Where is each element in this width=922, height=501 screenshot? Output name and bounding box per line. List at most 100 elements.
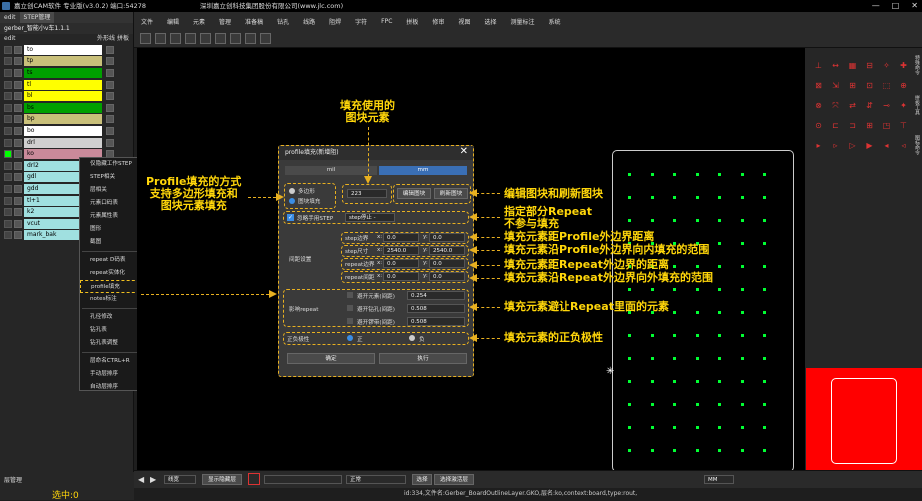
layer-checkbox[interactable] <box>14 231 22 240</box>
layer-name[interactable]: tp <box>24 56 102 67</box>
layer-checkbox[interactable] <box>14 138 22 147</box>
layer-lock-icon[interactable] <box>106 45 114 54</box>
toolbar-button[interactable] <box>245 33 256 44</box>
tool-icon[interactable]: ⊤ <box>898 120 909 131</box>
tool-icon[interactable]: ▷ <box>847 140 858 151</box>
menu-item[interactable]: 元素 <box>186 17 212 26</box>
toolbar-button[interactable] <box>230 33 241 44</box>
menu-item[interactable]: 系统 <box>541 17 567 26</box>
menu-item[interactable]: 线路 <box>296 17 322 26</box>
avoid-rout-input[interactable]: 0.508 <box>407 317 465 326</box>
layer-row[interactable]: bp <box>0 114 133 126</box>
radio-block[interactable] <box>289 198 295 204</box>
context-menu-item[interactable]: 元素属性表 <box>80 210 140 223</box>
tool-icon[interactable]: ✦ <box>898 100 909 111</box>
context-menu-item[interactable]: 仅隐藏工作STEP <box>80 158 140 171</box>
layer-lock-icon[interactable] <box>106 126 114 135</box>
menu-item[interactable]: 管理 <box>212 17 238 26</box>
layer-checkbox[interactable] <box>14 103 22 112</box>
next-icon[interactable]: ▶ <box>150 475 156 484</box>
menu-item[interactable]: 阻焊 <box>322 17 348 26</box>
layer-name[interactable]: bs <box>24 102 102 113</box>
avoid-rout-checkbox[interactable] <box>347 318 353 324</box>
layer-name[interactable]: bl <box>24 91 102 102</box>
tab-step[interactable]: STEP管理 <box>19 12 55 23</box>
context-menu-item[interactable]: STEP相关 <box>80 171 140 184</box>
tab-panel-tools[interactable]: 拼板工具 <box>912 95 921 135</box>
y-input[interactable]: 0.0 <box>429 259 465 268</box>
layer-visible-toggle[interactable] <box>4 138 12 147</box>
tool-icon[interactable]: ⬚ <box>881 80 892 91</box>
apply-button[interactable]: 执行 <box>379 353 467 364</box>
toolbar-button[interactable] <box>260 33 271 44</box>
job-name[interactable]: gerber_智能小v车1.1.1 <box>0 23 133 34</box>
layer-row[interactable]: ts <box>0 67 133 79</box>
layer-visible-toggle[interactable] <box>4 57 12 66</box>
avoid-drill-checkbox[interactable] <box>347 305 353 311</box>
tab-icon-cmd[interactable]: 图标命令 <box>912 135 921 175</box>
tool-icon[interactable]: ⊡ <box>864 80 875 91</box>
layer-visible-toggle[interactable] <box>4 184 12 193</box>
layer-checkbox[interactable] <box>14 126 22 135</box>
layer-visible-toggle[interactable] <box>4 173 12 182</box>
layer-visible-toggle[interactable] <box>4 80 12 89</box>
tool-icon[interactable]: ▸ <box>813 140 824 151</box>
layer-checkbox[interactable] <box>14 161 22 170</box>
tool-icon[interactable]: ⊏ <box>830 120 841 131</box>
layer-checkbox[interactable] <box>14 208 22 217</box>
menu-item[interactable]: 钻孔 <box>270 17 296 26</box>
layer-row[interactable]: tl <box>0 79 133 91</box>
minimize-button[interactable]: — <box>872 0 880 12</box>
layer-checkbox[interactable] <box>14 57 22 66</box>
x-input[interactable]: 0.0 <box>383 259 419 268</box>
menu-item[interactable]: FPC <box>374 18 399 25</box>
edit-block-button[interactable]: 编辑图块 <box>397 188 431 199</box>
radio-negative[interactable] <box>409 335 415 341</box>
tool-icon[interactable]: ⊞ <box>847 80 858 91</box>
layer-name[interactable]: ts <box>24 67 102 78</box>
layer-row[interactable]: tp <box>0 56 133 68</box>
layer-row[interactable]: bs <box>0 102 133 114</box>
layer-row[interactable]: drl <box>0 137 133 149</box>
tool-icon[interactable]: ⤧ <box>830 100 841 111</box>
layer-visible-toggle[interactable] <box>4 196 12 205</box>
layer-checkbox[interactable] <box>14 150 22 159</box>
context-menu-item[interactable]: profile填充 <box>80 280 140 293</box>
tool-icon[interactable]: ⇄ <box>847 100 858 111</box>
toolbar-button[interactable] <box>170 33 181 44</box>
layer-name[interactable]: to <box>24 44 102 55</box>
layer-visible-toggle[interactable] <box>4 103 12 112</box>
menu-item[interactable]: 编辑 <box>160 17 186 26</box>
avoid-elements-checkbox[interactable] <box>347 292 353 298</box>
layer-lock-icon[interactable] <box>106 115 114 124</box>
y-input[interactable]: 2540.0 <box>429 246 465 255</box>
y-input[interactable]: 0.0 <box>429 233 465 242</box>
layer-lock-icon[interactable] <box>106 57 114 66</box>
tool-icon[interactable]: ⊥ <box>813 60 824 71</box>
menu-item[interactable]: 拼板 <box>399 17 425 26</box>
tool-icon[interactable]: ✚ <box>898 60 909 71</box>
radio-polygon[interactable] <box>289 188 295 194</box>
maximize-button[interactable]: □ <box>892 0 900 12</box>
tool-icon[interactable]: ▶ <box>864 140 875 151</box>
layer-lock-icon[interactable] <box>106 138 114 147</box>
nostep-checkbox[interactable]: ✓ <box>287 214 294 221</box>
step-select[interactable]: step停止 - <box>345 213 395 222</box>
ok-button[interactable]: 确定 <box>287 353 375 364</box>
tab-mil[interactable]: mil <box>285 166 377 175</box>
context-menu-item[interactable]: 自动层排序 <box>80 381 140 394</box>
tool-icon[interactable]: ⊞ <box>864 120 875 131</box>
layer-checkbox[interactable] <box>14 173 22 182</box>
menu-item[interactable]: 选择 <box>477 17 503 26</box>
layer-visible-toggle[interactable] <box>4 115 12 124</box>
close-button[interactable]: ✕ <box>911 0 918 12</box>
toolbar-button[interactable] <box>215 33 226 44</box>
layer-lock-icon[interactable] <box>106 68 114 77</box>
layer-row[interactable]: to <box>0 44 133 56</box>
layer-checkbox[interactable] <box>14 115 22 124</box>
show-all-button[interactable]: 显示隐藏层 <box>202 474 242 485</box>
layer-visible-toggle[interactable] <box>4 219 12 228</box>
tool-icon[interactable]: ⊕ <box>898 80 909 91</box>
tool-icon[interactable]: ◳ <box>881 120 892 131</box>
layer-lock-icon[interactable] <box>106 80 114 89</box>
